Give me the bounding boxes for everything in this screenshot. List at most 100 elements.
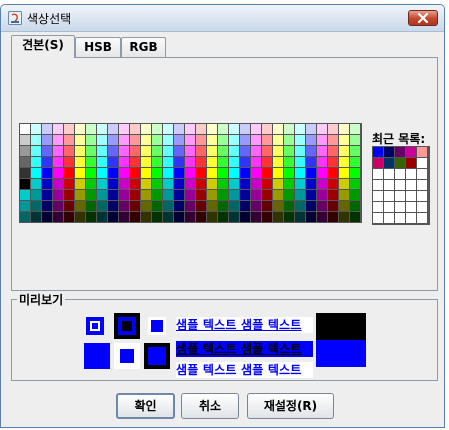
color-swatch[interactable]: [130, 146, 140, 156]
color-swatch[interactable]: [251, 179, 261, 189]
color-swatch[interactable]: [130, 157, 140, 167]
color-swatch[interactable]: [64, 168, 74, 178]
color-swatch[interactable]: [163, 124, 173, 134]
color-swatch[interactable]: [207, 146, 217, 156]
color-swatch[interactable]: [317, 190, 327, 200]
color-swatch[interactable]: [207, 179, 217, 189]
color-swatch[interactable]: [328, 190, 338, 200]
recent-color-swatch[interactable]: [384, 158, 394, 168]
color-swatch[interactable]: [86, 146, 96, 156]
color-swatch[interactable]: [317, 201, 327, 211]
color-swatch[interactable]: [163, 212, 173, 222]
color-swatch[interactable]: [152, 135, 162, 145]
color-swatch[interactable]: [97, 179, 107, 189]
color-swatch[interactable]: [75, 135, 85, 145]
color-swatch[interactable]: [251, 135, 261, 145]
color-swatch[interactable]: [350, 157, 360, 167]
color-swatch[interactable]: [306, 124, 316, 134]
color-swatch[interactable]: [240, 124, 250, 134]
color-swatch[interactable]: [273, 124, 283, 134]
color-swatch[interactable]: [295, 168, 305, 178]
recent-color-swatch[interactable]: [406, 191, 416, 201]
color-swatch[interactable]: [262, 146, 272, 156]
color-swatch[interactable]: [119, 124, 129, 134]
color-swatch[interactable]: [196, 212, 206, 222]
color-swatch[interactable]: [42, 135, 52, 145]
recent-color-swatch[interactable]: [384, 180, 394, 190]
color-swatch[interactable]: [196, 146, 206, 156]
color-swatch[interactable]: [75, 146, 85, 156]
color-swatch[interactable]: [152, 168, 162, 178]
color-swatch[interactable]: [240, 190, 250, 200]
color-swatch[interactable]: [64, 146, 74, 156]
color-swatch[interactable]: [75, 212, 85, 222]
color-swatch[interactable]: [42, 157, 52, 167]
color-swatch[interactable]: [97, 124, 107, 134]
color-swatch[interactable]: [229, 201, 239, 211]
color-swatch[interactable]: [218, 135, 228, 145]
color-swatch[interactable]: [185, 179, 195, 189]
color-swatch[interactable]: [251, 124, 261, 134]
color-swatch[interactable]: [295, 212, 305, 222]
color-swatch[interactable]: [108, 124, 118, 134]
color-swatch[interactable]: [240, 168, 250, 178]
color-swatch[interactable]: [284, 168, 294, 178]
recent-color-swatch[interactable]: [417, 169, 427, 179]
color-swatch[interactable]: [350, 190, 360, 200]
color-swatch[interactable]: [262, 135, 272, 145]
recent-color-swatch[interactable]: [395, 202, 405, 212]
color-swatch[interactable]: [350, 201, 360, 211]
color-swatch[interactable]: [20, 157, 30, 167]
color-swatch[interactable]: [108, 157, 118, 167]
color-swatch[interactable]: [273, 168, 283, 178]
recent-color-swatch[interactable]: [373, 158, 383, 168]
color-swatch[interactable]: [64, 201, 74, 211]
color-swatch[interactable]: [152, 157, 162, 167]
recent-color-swatch[interactable]: [406, 213, 416, 223]
recent-color-swatch[interactable]: [373, 147, 383, 157]
tab-rgb[interactable]: RGB: [121, 37, 166, 57]
color-swatch[interactable]: [273, 212, 283, 222]
color-swatch[interactable]: [108, 168, 118, 178]
recent-color-swatch[interactable]: [373, 180, 383, 190]
color-swatch[interactable]: [350, 135, 360, 145]
color-swatch[interactable]: [240, 146, 250, 156]
color-swatch[interactable]: [229, 124, 239, 134]
color-swatch[interactable]: [174, 201, 184, 211]
color-swatch[interactable]: [174, 168, 184, 178]
color-swatch[interactable]: [42, 212, 52, 222]
recent-color-swatch[interactable]: [406, 158, 416, 168]
recent-color-swatch[interactable]: [395, 169, 405, 179]
recent-color-swatch[interactable]: [373, 213, 383, 223]
color-swatch[interactable]: [339, 135, 349, 145]
color-swatch[interactable]: [86, 212, 96, 222]
recent-color-swatch[interactable]: [417, 158, 427, 168]
color-swatch[interactable]: [218, 179, 228, 189]
color-swatch[interactable]: [141, 135, 151, 145]
color-swatch[interactable]: [350, 212, 360, 222]
color-swatch[interactable]: [339, 212, 349, 222]
color-swatch[interactable]: [97, 201, 107, 211]
color-swatch[interactable]: [163, 190, 173, 200]
recent-colors-grid[interactable]: [372, 146, 430, 225]
color-swatch[interactable]: [75, 190, 85, 200]
color-swatch[interactable]: [273, 157, 283, 167]
color-swatch[interactable]: [53, 124, 63, 134]
color-swatch[interactable]: [141, 201, 151, 211]
color-swatch[interactable]: [229, 168, 239, 178]
reset-button[interactable]: 재설정(R): [247, 393, 334, 419]
ok-button[interactable]: 확인: [116, 393, 175, 419]
recent-color-swatch[interactable]: [384, 169, 394, 179]
color-swatch[interactable]: [141, 212, 151, 222]
color-swatch[interactable]: [64, 157, 74, 167]
color-swatch[interactable]: [20, 135, 30, 145]
color-swatch[interactable]: [207, 212, 217, 222]
color-swatch[interactable]: [240, 212, 250, 222]
color-swatch[interactable]: [75, 157, 85, 167]
color-swatch[interactable]: [328, 201, 338, 211]
color-swatch[interactable]: [42, 146, 52, 156]
color-swatch[interactable]: [185, 201, 195, 211]
color-swatch[interactable]: [130, 190, 140, 200]
color-swatch[interactable]: [350, 179, 360, 189]
color-swatch[interactable]: [273, 179, 283, 189]
